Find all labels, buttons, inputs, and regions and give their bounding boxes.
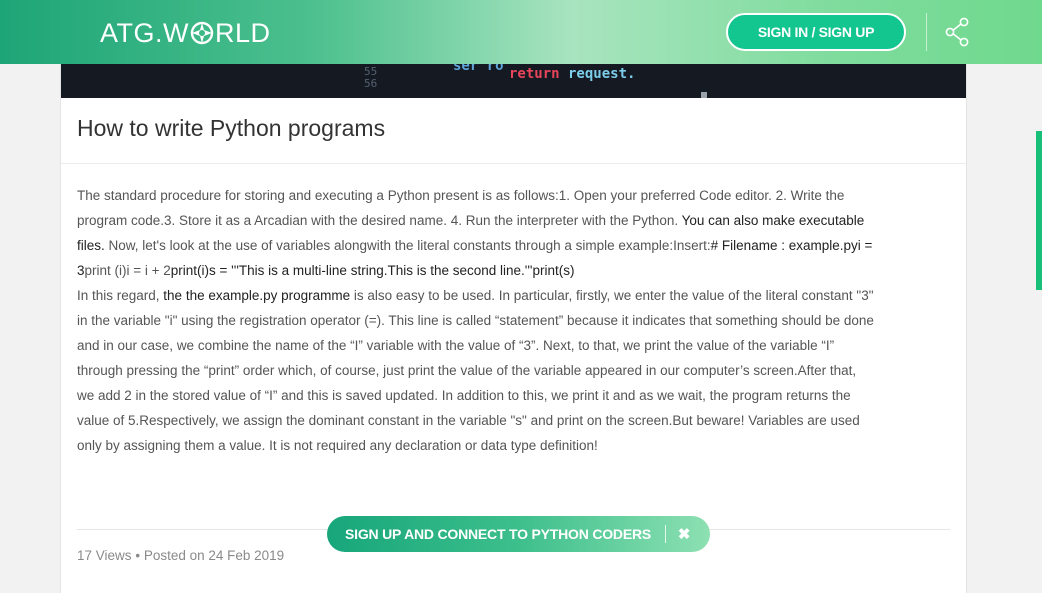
meta-bullet: • (135, 548, 141, 563)
hero-line-numbers: 55 56 (364, 65, 378, 90)
article-paragraph-2: In this regard, the the example.py progr… (77, 283, 877, 458)
hero-cursor (701, 92, 707, 98)
hero-code-call: request. (559, 66, 636, 82)
posted-date: Posted on 24 Feb 2019 (143, 548, 285, 563)
article-paragraph-1: The standard procedure for storing and e… (77, 183, 877, 283)
signup-cta-banner[interactable]: SIGN UP AND CONNECT TO PYTHON CODERS ✖ (327, 516, 710, 552)
globe-icon (190, 21, 214, 45)
cta-divider (665, 525, 667, 543)
cta-label: SIGN UP AND CONNECT TO PYTHON CODERS (345, 526, 652, 542)
views-count: 17 Views (77, 548, 132, 563)
article-hero-image: 55 56 ser ro return request. (61, 64, 966, 98)
p1-code-b: print (i)i = i + 2 (84, 263, 171, 278)
article-meta: 17 Views • Posted on 24 Feb 2019 (77, 548, 284, 563)
atg-world-logo[interactable]: ATG.W RLD (100, 16, 271, 50)
close-icon[interactable]: ✖ (676, 526, 692, 543)
article-title: How to write Python programs (77, 115, 386, 141)
p1-text-c: Now, let's look at the use of variables … (104, 238, 711, 253)
hero-code-line-2: return request. (509, 66, 635, 82)
article-body: The standard procedure for storing and e… (77, 183, 877, 458)
p2-text-a: In this regard, (77, 288, 164, 303)
sign-in-label: SIGN IN / SIGN UP (757, 24, 875, 40)
top-header: ATG.W RLD SIGN IN / SIGN UP (0, 0, 1042, 64)
hero-code-line-1: ser ro (453, 64, 504, 74)
scroll-indicator[interactable] (1036, 131, 1042, 290)
share-icon[interactable] (944, 17, 970, 47)
hero-code-keyword: return (509, 66, 560, 82)
title-divider (61, 163, 966, 164)
sign-in-sign-up-button[interactable]: SIGN IN / SIGN UP (726, 13, 906, 51)
p2-text-b: the the example.py programme (163, 288, 351, 303)
p2-text-c: is also easy to be used. In particular, … (77, 288, 874, 453)
logo-suffix: RLD (214, 17, 271, 48)
p1-code-c: print(i)s = '''This is a multi-line stri… (170, 263, 575, 278)
header-divider (926, 13, 927, 51)
logo-prefix: ATG.W (100, 17, 189, 48)
